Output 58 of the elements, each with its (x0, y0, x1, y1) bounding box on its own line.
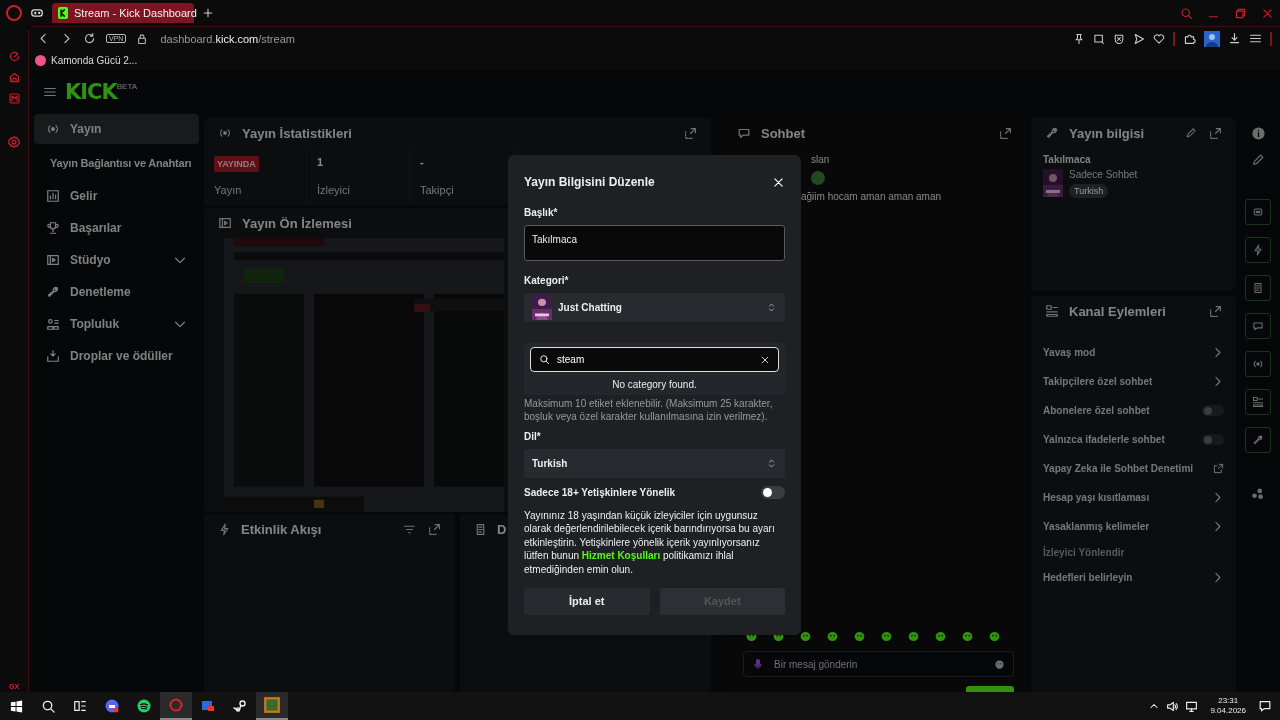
kick-logo[interactable]: KICK (65, 80, 117, 104)
panel-title: Etkinlik Akışı (241, 521, 322, 537)
nav-item[interactable]: Yayın (34, 114, 199, 144)
stat-label: Takipçi (420, 184, 455, 196)
title-field[interactable]: Takılmaca (524, 225, 785, 261)
action-item[interactable]: Yasaklanmış kelimeler (1031, 512, 1236, 541)
stat-label: İzleyici (317, 184, 351, 196)
action-item[interactable]: Yapay Zeka ile Sohbet Denetimi (1031, 454, 1236, 483)
bookmark[interactable]: Kamonda Gücü 2... (35, 54, 138, 66)
tags-hint: Maksimum 10 etiket eklenebilir. (Maksimum 25 karakter, boşluk veya özel karakter kullanılmasına izin verilmez). (524, 397, 774, 424)
toggle-label: Sadece 18+ Yetişkinlere Yönelik (524, 486, 676, 498)
search-box[interactable]: steam (530, 347, 779, 372)
message-field[interactable]: Bir mesaj gönderin (772, 657, 986, 671)
chat-message: ağiim hocam aman aman aman (801, 191, 942, 202)
nav-item[interactable]: Topluluk (34, 308, 199, 340)
nav-item[interactable]: Yayın Bağlantısı ve Anahtarı (34, 146, 199, 180)
action-item[interactable]: Takipçilere özel sohbet (1031, 367, 1236, 396)
message-box[interactable]: Bir mesaj gönderin (743, 651, 1014, 677)
panel-title: D (497, 521, 507, 537)
terms-link[interactable]: Hizmet Koşulları (581, 550, 661, 562)
action-item[interactable]: Hedefleri belirleyin (1031, 563, 1236, 592)
stat-value: - (420, 156, 425, 168)
browser-tab[interactable]: Stream - Kick Dashboard (52, 3, 194, 23)
empty-message: No category found. (612, 379, 697, 390)
stat-label: Yayın (214, 184, 243, 196)
chat-message: slan (811, 154, 830, 165)
field-label: Başlık* (524, 207, 559, 218)
panel-title: Yayın İstatistikleri (242, 125, 352, 141)
panel-title: Yayın bilgisi (1069, 125, 1145, 141)
stream-title: Takılmaca (1043, 154, 1092, 165)
dialog-title: Yayın Bilgisini Düzenle (524, 175, 655, 189)
section-heading: İzleyici Yönlendir (1043, 546, 1125, 558)
notice-text: Yayınınız 18 yaşından küçük izleyiciler için uygunsuz olarak değerlendirilebilecek içerik barındırıyorsa bu ayarı etkinleştirin. Yetişkinlere yönelik içerik yayınlıyorsanız lütfen bunun Hizmet Koşulları politikamızı ihlal etmediğinden emin olun. (524, 508, 776, 576)
language-tag: Turkish (1069, 184, 1109, 198)
category-select[interactable]: Just Chatting (524, 292, 785, 322)
logo-label: BETA (116, 82, 138, 91)
panel-title: Kanal Eylemleri (1069, 303, 1166, 319)
nav-item[interactable]: Başarılar (34, 212, 199, 244)
nav-item[interactable]: Droplar ve ödüller (34, 340, 199, 372)
action-item[interactable]: Yavaş mod (1031, 338, 1236, 367)
nav-item[interactable]: Denetleme (34, 276, 199, 308)
panel-title: Sohbet (761, 125, 806, 141)
action-label: Yalnızca ifadelerle sohbet (1043, 434, 1165, 445)
field-label: Kategori* (524, 274, 570, 286)
action-item[interactable]: Hesap yaşı kısıtlaması (1031, 483, 1236, 512)
language-select[interactable]: Turkish (524, 449, 785, 478)
nav-item[interactable]: Stüdyo (34, 244, 199, 276)
cancel-button[interactable]: İptal et (524, 588, 650, 615)
category-search-field[interactable]: steam (555, 353, 755, 366)
stream-category: Sadece Sohbet (1069, 169, 1138, 180)
address-field[interactable]: dashboard.kick.com/stream (160, 32, 295, 45)
clock[interactable]: 23:31 9.04.2026 (1210, 696, 1246, 716)
stat-value: 1 (317, 156, 325, 168)
live-badge: YAYINDA (214, 156, 259, 172)
panel-title: Yayın Ön İzlemesi (242, 215, 352, 231)
action-label: Abonelere özel sohbet (1043, 405, 1150, 416)
field-label: Dil* (524, 431, 542, 443)
nav-item[interactable]: Gelir (34, 180, 199, 212)
